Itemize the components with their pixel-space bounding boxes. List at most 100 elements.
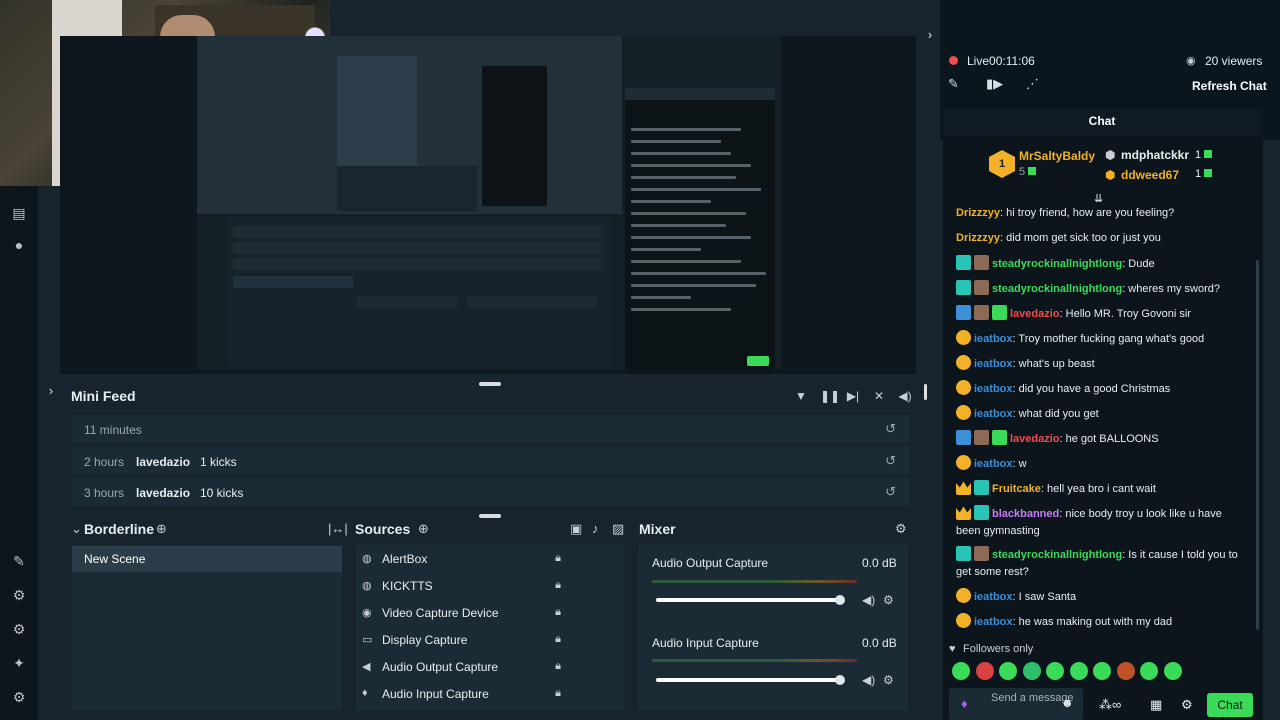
scene-transitions-icon[interactable]: |↔| (328, 521, 348, 536)
record-icon[interactable]: ● (10, 236, 28, 254)
channel-settings-icon[interactable]: ⚙ (883, 673, 894, 687)
add-source-icon[interactable]: ⊕ (418, 521, 429, 537)
emote-icon[interactable] (975, 662, 994, 680)
mixer-channel-db: 0.0 dB (862, 636, 897, 650)
replay-icon[interactable]: ↺ (885, 484, 896, 500)
source-item[interactable]: ▭ Display Capture 🔒︎ (360, 627, 565, 653)
scroll-handle[interactable] (924, 384, 927, 400)
settings-gear-icon[interactable]: ⚙ (10, 586, 28, 604)
source-item[interactable]: ◉ Video Capture Device 🔒︎ (360, 600, 565, 626)
chat-username[interactable]: ieatbox (974, 458, 1013, 470)
preview-canvas[interactable] (197, 36, 781, 370)
emote-icon[interactable] (1046, 662, 1064, 680)
emote-icon[interactable] (1022, 662, 1041, 680)
mute-icon[interactable]: ◀) (862, 593, 875, 607)
share-icon[interactable]: ⋰ (1026, 76, 1039, 92)
source-folder-icon[interactable]: ▣ (570, 521, 582, 537)
chat-username[interactable]: ieatbox (974, 408, 1013, 420)
chat-username[interactable]: Fruitcake (992, 483, 1041, 495)
source-item[interactable]: ◀ Audio Output Capture 🔒︎ (360, 654, 565, 680)
lock-icon[interactable]: 🔒︎ (555, 579, 561, 592)
resize-handle[interactable] (479, 382, 501, 386)
feed-time: 2 hours (84, 455, 125, 469)
emote-icon[interactable] (952, 662, 970, 680)
emote-icon[interactable] (1069, 662, 1088, 680)
resize-handle[interactable] (479, 514, 501, 518)
volume-slider-knob[interactable] (835, 675, 845, 685)
collapse-scenes-icon[interactable]: ⌄ (71, 521, 82, 537)
preview-nested-editor (337, 56, 417, 176)
chat-input-field[interactable]: ♦ Send a message ☻ (949, 688, 1083, 720)
replay-icon[interactable]: ↺ (885, 453, 896, 469)
chat-username[interactable]: Drizzzyy (956, 207, 1000, 219)
top-supporter-name[interactable]: MrSaltyBaldy (1019, 149, 1095, 163)
tools-icon[interactable]: ⚙ (10, 620, 28, 638)
collapse-supporters-icon[interactable]: ⇊ (1094, 192, 1103, 205)
lock-icon[interactable]: 🔒︎ (555, 660, 561, 673)
lock-icon[interactable]: 🔒︎ (555, 606, 561, 619)
volume-slider-track[interactable] (656, 678, 841, 682)
emote-icon[interactable] (1116, 662, 1135, 680)
lock-icon[interactable]: 🔒︎ (555, 633, 561, 646)
chat-username[interactable]: ieatbox (974, 358, 1013, 370)
lock-icon[interactable]: 🔒︎ (555, 687, 561, 700)
add-scene-icon[interactable]: ⊕ (156, 521, 167, 537)
emote-icon[interactable] (1140, 662, 1158, 680)
scene-collection-title[interactable]: Borderline (84, 521, 154, 537)
emoji-icon[interactable]: ☻ (1061, 696, 1074, 710)
emote-icon[interactable] (1093, 662, 1111, 680)
chat-username[interactable]: steadyrockinallnightlong (992, 549, 1122, 561)
chat-username[interactable]: ieatbox (974, 333, 1013, 345)
preview-nested-row (467, 296, 597, 308)
chat-username[interactable]: Drizzzyy (956, 232, 1000, 244)
preview-nested-screen (197, 36, 622, 214)
lock-icon[interactable]: 🔒︎ (555, 552, 561, 565)
source-remove-icon[interactable]: ▨ (612, 521, 624, 537)
third-supporter-name[interactable]: ddweed67 (1121, 168, 1179, 182)
microphone-icon[interactable]: ♦ (961, 696, 968, 711)
source-item[interactable]: ◍ AlertBox 🔒︎ (360, 546, 565, 572)
studio-icon[interactable]: ▤ (10, 204, 28, 222)
chat-username[interactable]: ieatbox (974, 591, 1013, 603)
points-icon[interactable]: ⁂∞ (1099, 697, 1121, 713)
live-indicator-dot (949, 56, 958, 65)
send-chat-button[interactable]: Chat (1207, 693, 1253, 717)
expand-sidebar-icon[interactable]: › (36, 380, 66, 402)
refresh-chat-button[interactable]: Refresh Chat (1192, 79, 1267, 93)
chat-username[interactable]: ieatbox (974, 383, 1013, 395)
source-item[interactable]: ♦ Audio Input Capture 🔒︎ (360, 681, 565, 707)
mixer-settings-icon[interactable]: ⚙ (895, 521, 907, 537)
emote-icon[interactable] (1163, 662, 1182, 680)
volume-slider-knob[interactable] (835, 595, 845, 605)
chat-scrollbar[interactable] (1256, 260, 1259, 630)
microphone-icon: ♦ (362, 687, 368, 699)
channel-settings-icon[interactable]: ⚙ (883, 593, 894, 607)
store-icon[interactable]: ▦ (1150, 697, 1162, 713)
chat-username[interactable]: steadyrockinallnightlong (992, 258, 1122, 270)
source-audio-icon[interactable]: ♪ (592, 521, 599, 536)
chat-settings-icon[interactable]: ⚙ (1181, 697, 1193, 713)
chat-username[interactable]: lavedazio (1010, 308, 1060, 320)
mint-badge-icon (992, 430, 1007, 445)
volume-icon[interactable]: ◀) (898, 388, 912, 404)
source-item[interactable]: ◍ KICKTTS 🔒︎ (360, 573, 565, 599)
filter-icon[interactable]: ▼ (794, 388, 808, 404)
replay-icon[interactable]: ↺ (885, 421, 896, 437)
emote-icon[interactable] (999, 662, 1017, 680)
edit-stream-icon[interactable]: ✎ (948, 76, 959, 92)
settings-icon[interactable]: ⚙ (10, 688, 28, 706)
second-supporter-name[interactable]: mdphatckkr (1121, 148, 1189, 162)
volume-slider-track[interactable] (656, 598, 841, 602)
mute-alerts-icon[interactable]: ✕ (872, 388, 886, 404)
themes-icon[interactable]: ✎ (10, 552, 28, 570)
mute-icon[interactable]: ◀) (862, 673, 875, 687)
chat-username[interactable]: blackbanned (992, 508, 1059, 520)
sparkle-icon[interactable]: ✦ (10, 654, 28, 672)
clip-icon[interactable]: ▮▶ (986, 76, 1003, 92)
scene-item[interactable]: New Scene (72, 546, 342, 572)
skip-icon[interactable]: ▶| (846, 388, 860, 404)
chat-username[interactable]: ieatbox (974, 616, 1013, 628)
pause-icon[interactable]: ❚❚ (820, 388, 840, 404)
chat-username[interactable]: steadyrockinallnightlong (992, 283, 1122, 295)
chat-username[interactable]: lavedazio (1010, 433, 1060, 445)
